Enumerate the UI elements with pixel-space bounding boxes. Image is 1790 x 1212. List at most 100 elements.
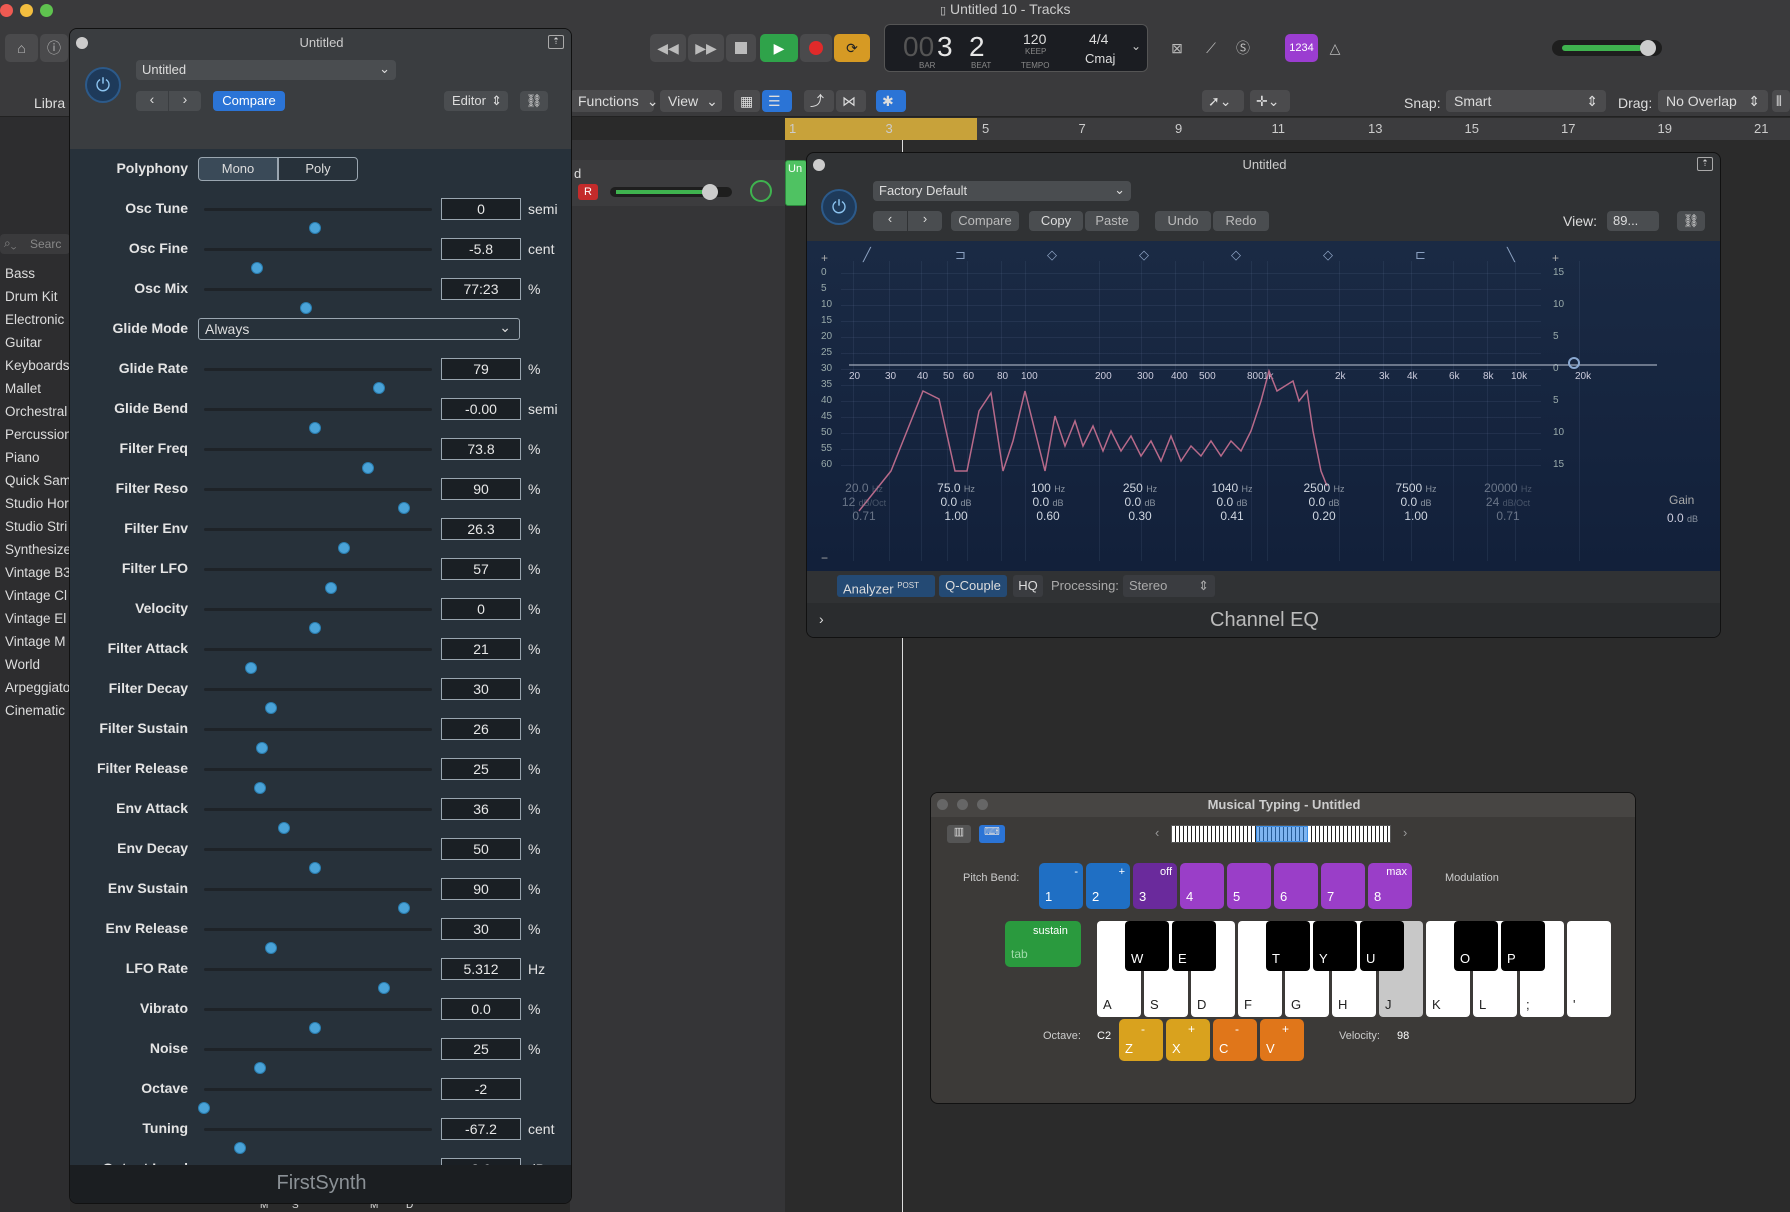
param-slider-track[interactable] [204,608,432,634]
param-slider-track[interactable] [204,1048,432,1074]
catch-playhead-button[interactable]: ✱ [876,90,906,112]
glide-mode-dropdown[interactable]: Always ⌄ [198,318,520,340]
library-item[interactable]: Mallet [5,381,41,396]
param-slider-track[interactable] [204,568,432,594]
cycle-button[interactable]: ⟳ [834,34,870,62]
param-slider-track[interactable] [198,1088,432,1114]
param-slider-track[interactable] [204,288,432,314]
eq-band-params[interactable]: 20.0 Hz 12 dB/Oct 0.71 [819,481,909,523]
rewind-button[interactable]: ◀◀ [650,34,686,62]
library-item[interactable]: Orchestral [5,404,67,419]
band-q[interactable]: 1.00 [911,509,1001,523]
library-item[interactable]: Drum Kit [5,289,58,304]
automation-button[interactable]: ⤴ [804,90,834,112]
param-slider-track[interactable] [204,208,432,234]
library-item[interactable]: Keyboards [5,358,70,373]
band-frequency[interactable]: 1040 Hz [1187,481,1277,495]
param-value-field[interactable]: 0.0 [441,998,521,1020]
param-slider-track[interactable] [204,648,432,674]
black-key[interactable]: T [1266,921,1310,971]
band-q[interactable]: 0.41 [1187,509,1277,523]
fast-forward-button[interactable]: ▶▶ [688,34,724,62]
inspector-toggle-button[interactable]: ⓘ [40,34,68,62]
chevron-right-icon[interactable]: › [1403,825,1407,840]
band-frequency[interactable]: 75.0 Hz [911,481,1001,495]
lcd-display[interactable]: 00 3 2 BAR BEAT 120 KEEP TEMPO 4/4 Cmaj … [884,24,1148,72]
number-key[interactable]: 6 [1274,863,1318,909]
param-value-field[interactable]: -0.00 [441,398,521,420]
number-key[interactable]: max 8 [1368,863,1412,909]
param-value-field[interactable]: 73.8 [441,438,521,460]
master-volume-slider[interactable] [1552,40,1662,56]
param-slider-track[interactable] [204,368,432,394]
count-in-button[interactable]: 1234 [1285,34,1318,62]
library-item[interactable]: Vintage M [5,634,66,649]
band-frequency[interactable]: 7500 Hz [1371,481,1461,495]
param-value-field[interactable]: 25 [441,1038,521,1060]
eq-band-params[interactable]: 20000 Hz 24 dB/Oct 0.71 [1463,481,1553,523]
track-volume-knob[interactable] [702,184,718,200]
link-button[interactable]: ⛓ [520,91,548,111]
library-item[interactable]: Synthesize [5,542,71,557]
play-button[interactable]: ▶ [760,34,798,62]
flex-button[interactable]: ⋈ [836,90,866,112]
library-item[interactable]: Electronic [5,312,64,327]
param-value-field[interactable]: -5.8 [441,238,521,260]
eq-band-params[interactable]: 7500 Hz 0.0 dB 1.00 [1371,481,1461,523]
keyboard-range-overview[interactable] [1171,825,1391,843]
eq-band-params[interactable]: 2500 Hz 0.0 dB 0.20 [1279,481,1369,523]
snap-dropdown[interactable]: Smart ⇕ [1446,90,1606,112]
param-value-field[interactable]: 21 [441,638,521,660]
region[interactable]: Un [785,160,807,206]
band-frequency[interactable]: 100 Hz [1003,481,1093,495]
param-slider-track[interactable] [204,768,432,794]
band-gain[interactable]: 0.0 dB [911,495,1001,509]
band-frequency[interactable]: 20.0 Hz [819,481,909,495]
cycle-region[interactable] [785,118,977,140]
band-frequency[interactable]: 2500 Hz [1279,481,1369,495]
keyboard-view-button[interactable]: ⌨ [979,825,1005,843]
black-key[interactable]: O [1454,921,1498,971]
band-q[interactable]: 0.60 [1003,509,1093,523]
param-value-field[interactable]: 79 [441,358,521,380]
library-item[interactable]: Vintage B3 [5,565,71,580]
band-gain[interactable]: 24 dB/Oct [1463,495,1553,509]
band-gain[interactable]: 0.0 dB [1279,495,1369,509]
param-value-field[interactable]: 50 [441,838,521,860]
band-gain[interactable]: 12 dB/Oct [819,495,909,509]
eq-link-button[interactable]: ⛓ [1677,211,1705,231]
poly-button[interactable]: Poly [278,157,358,181]
eq-previous-preset-button[interactable]: ‹ [873,211,907,231]
black-key[interactable]: P [1501,921,1545,971]
stop-button[interactable] [726,34,756,62]
param-value-field[interactable]: 0 [441,198,521,220]
param-value-field[interactable]: 77:23 [441,278,521,300]
replace-mode-button[interactable]: ⊠ [1162,34,1192,62]
range-selector[interactable] [1256,826,1308,842]
number-key[interactable]: +2 [1086,863,1130,909]
library-item[interactable]: Piano [5,450,40,465]
redo-button[interactable]: Redo [1213,211,1269,231]
eq-band-params[interactable]: 1040 Hz 0.0 dB 0.41 [1187,481,1277,523]
param-value-field[interactable]: 0 [441,598,521,620]
band-q[interactable]: 0.71 [1463,509,1553,523]
copy-button[interactable]: Copy [1029,211,1083,231]
band-q[interactable]: 0.20 [1279,509,1369,523]
preset-dropdown[interactable]: Untitled ⌄ [136,60,396,80]
compare-button[interactable]: Compare [213,91,285,111]
param-slider-track[interactable] [204,248,432,274]
eq-preset-dropdown[interactable]: Factory Default ⌄ [873,181,1131,201]
view-size-dropdown[interactable]: 89... [1607,211,1659,231]
library-item[interactable]: Studio Hor [5,496,69,511]
eq-band-params[interactable]: 75.0 Hz 0.0 dB 1.00 [911,481,1001,523]
library-item[interactable]: Studio Stri [5,519,67,534]
track-row[interactable]: d R [570,160,785,206]
param-slider-track[interactable] [204,448,432,474]
editor-view-dropdown[interactable]: Editor ⇕ [444,91,508,111]
grid-view-button[interactable]: ▦ [734,90,760,112]
pointer-tool-menu[interactable]: ➚⌄ [1202,90,1244,112]
param-slider-track[interactable] [204,728,432,754]
param-slider-track[interactable] [204,488,432,514]
zoom-window-button[interactable] [40,4,53,17]
param-value-field[interactable]: 90 [441,478,521,500]
